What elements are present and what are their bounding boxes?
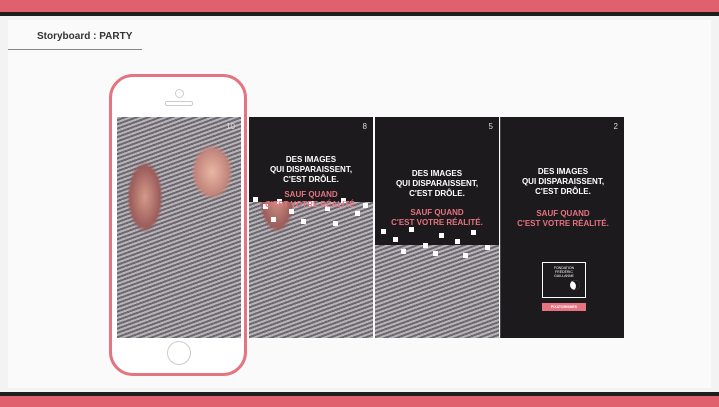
frame-number: 10: [226, 122, 235, 131]
camera-dot: [175, 89, 184, 98]
top-divider: [0, 12, 719, 16]
foundation-logo: FONDATION FRÉDÉRIC GAILLANNE: [542, 262, 586, 298]
frame-number: 8: [362, 122, 367, 131]
frame-tagline: SAUF QUAND C'EST VOTRE RÉALITÉ.: [517, 209, 609, 228]
storyboard-frame-2: 8 DES IMAGES QUI DISPARAISSENT, C'EST DRÔL…: [249, 117, 373, 338]
frame-caption: DES IMAGES QUI DISPARAISSENT, C'EST DRÔLE.: [395, 169, 479, 198]
phone-speaker: [165, 101, 193, 106]
page-title: Storyboard : PARTY: [37, 31, 133, 42]
party-photo: [117, 117, 241, 338]
moon-icon: [570, 280, 580, 290]
storyboard-frame-1: 10: [117, 117, 241, 338]
frame-number: 5: [488, 122, 493, 131]
frame-number: 2: [613, 122, 618, 131]
cta-badge: PIXATORISMES: [542, 303, 586, 311]
frame-caption: DES IMAGES QUI DISPARAISSENT, C'EST DRÔLE.: [269, 155, 353, 184]
frame-tagline: SAUF QUAND C'EST VOTRE RÉALITÉ.: [391, 208, 483, 227]
storyboard-frame-3: 5 DES IMAGES QUI DISPARAISSENT, C'EST DRÔL…: [375, 117, 499, 338]
frame-tagline: SAUF QUAND C'EST VOTRE RÉALITÉ.: [265, 190, 357, 209]
home-button-icon: [167, 341, 191, 365]
bottom-accent-bar: [0, 396, 719, 407]
storyboard-frame-4: 2 DES IMAGES QUI DISPARAISSENT, C'EST DRÔL…: [500, 117, 624, 338]
pixel-dissolve: [375, 225, 499, 259]
title-underline: [8, 49, 142, 50]
top-accent-bar: [0, 0, 719, 12]
frame-caption: DES IMAGES QUI DISPARAISSENT, C'EST DRÔLE.: [521, 167, 605, 196]
